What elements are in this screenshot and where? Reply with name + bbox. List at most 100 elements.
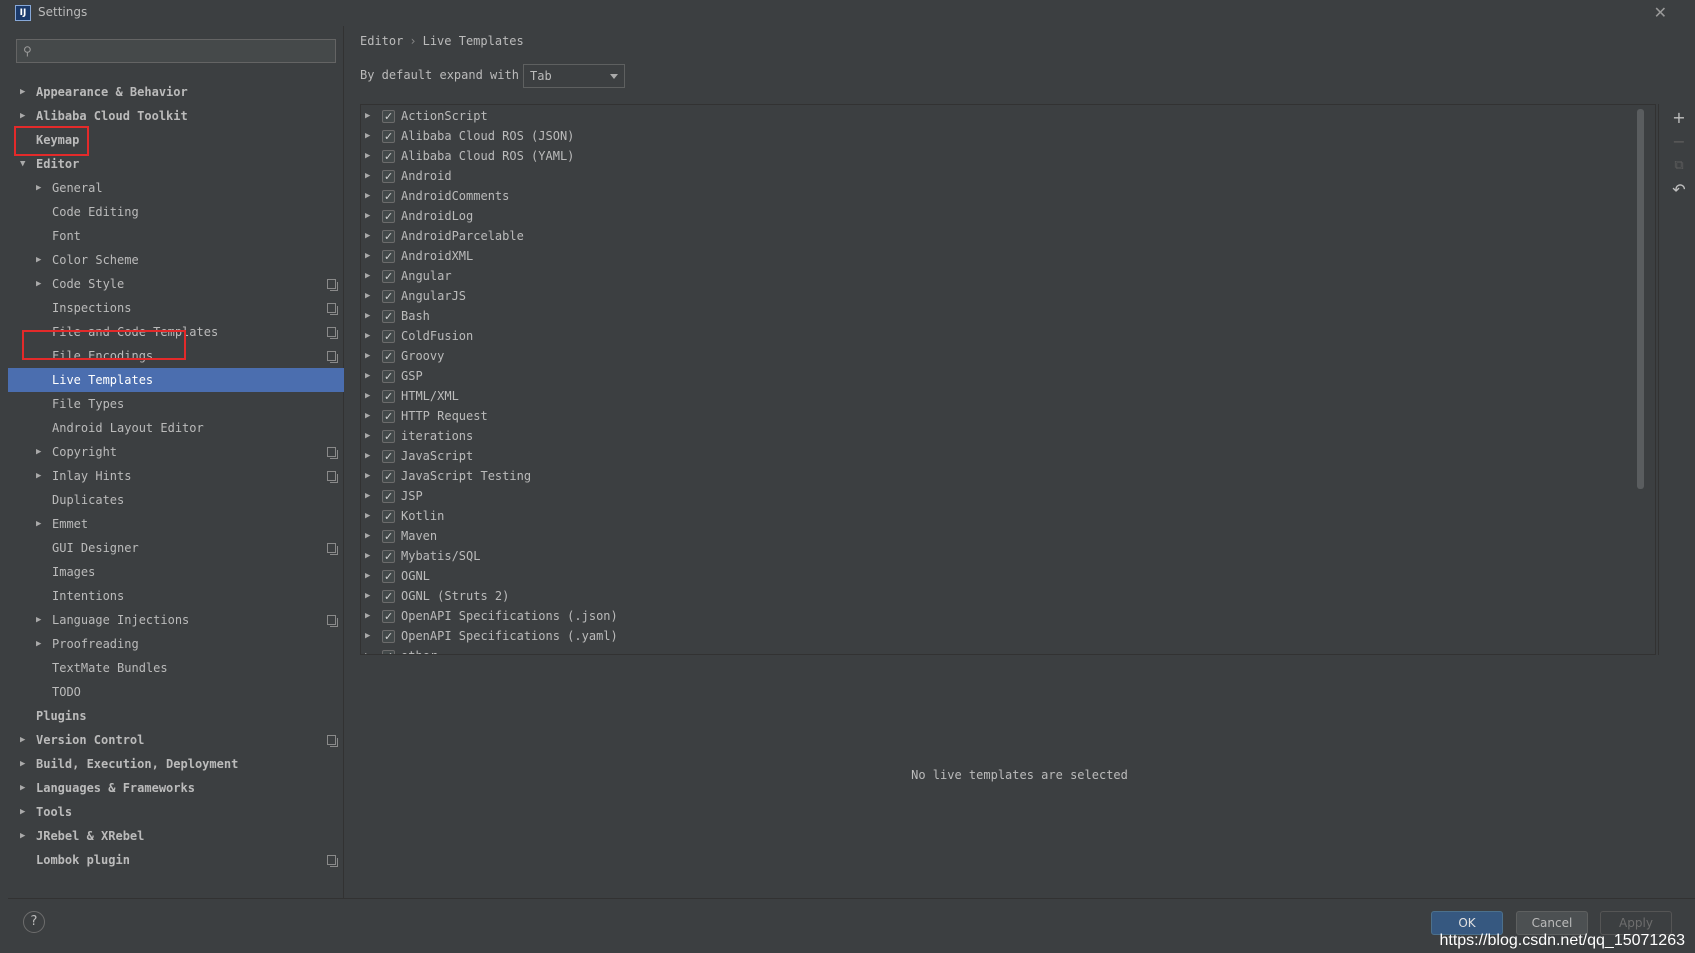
collapsed-arrow-icon[interactable]: ▶ xyxy=(365,306,370,326)
template-group-checkbox[interactable] xyxy=(382,547,395,567)
collapsed-arrow-icon[interactable]: ▶ xyxy=(36,176,41,200)
sidebar-item[interactable]: Code Editing xyxy=(8,200,344,224)
template-group-checkbox[interactable] xyxy=(382,307,395,327)
template-group-row[interactable]: ▶ JavaScript Testing xyxy=(361,466,1651,487)
template-group-checkbox[interactable] xyxy=(382,147,395,167)
template-group-row[interactable]: ▶ AngularJS xyxy=(361,286,1651,307)
template-group-row[interactable]: ▶ OpenAPI Specifications (.yaml) xyxy=(361,626,1651,647)
sidebar-item[interactable]: TextMate Bundles xyxy=(8,656,344,680)
sidebar-item[interactable]: ▶ Version Control xyxy=(8,728,344,752)
collapsed-arrow-icon[interactable]: ▶ xyxy=(365,246,370,266)
sidebar-item[interactable]: GUI Designer xyxy=(8,536,344,560)
template-group-row[interactable]: ▶ GSP xyxy=(361,366,1651,387)
close-icon[interactable]: ✕ xyxy=(1654,3,1667,22)
template-group-checkbox[interactable] xyxy=(382,487,395,507)
collapsed-arrow-icon[interactable]: ▶ xyxy=(365,486,370,506)
sidebar-item[interactable]: Intentions xyxy=(8,584,344,608)
sidebar-item[interactable]: Images xyxy=(8,560,344,584)
template-group-checkbox[interactable] xyxy=(382,267,395,287)
template-group-row[interactable]: ▶ Alibaba Cloud ROS (JSON) xyxy=(361,126,1651,147)
template-group-checkbox[interactable] xyxy=(382,247,395,267)
template-group-checkbox[interactable] xyxy=(382,367,395,387)
template-group-checkbox[interactable] xyxy=(382,587,395,607)
collapsed-arrow-icon[interactable]: ▶ xyxy=(365,186,370,206)
template-group-row[interactable]: ▶ OGNL xyxy=(361,566,1651,587)
collapsed-arrow-icon[interactable]: ▶ xyxy=(365,446,370,466)
collapsed-arrow-icon[interactable]: ▶ xyxy=(365,366,370,386)
template-group-checkbox[interactable] xyxy=(382,427,395,447)
copy-icon[interactable]: ⧉ xyxy=(1671,158,1687,174)
search-input[interactable]: ⚲ xyxy=(16,39,336,63)
sidebar-item[interactable]: Live Templates xyxy=(8,368,344,392)
collapsed-arrow-icon[interactable]: ▶ xyxy=(365,546,370,566)
collapsed-arrow-icon[interactable]: ▶ xyxy=(36,440,41,464)
sidebar-item[interactable]: File Encodings xyxy=(8,344,344,368)
template-group-row[interactable]: ▶ AndroidXML xyxy=(361,246,1651,267)
collapsed-arrow-icon[interactable]: ▶ xyxy=(36,272,41,296)
collapsed-arrow-icon[interactable]: ▶ xyxy=(365,106,370,126)
template-group-checkbox[interactable] xyxy=(382,347,395,367)
template-group-checkbox[interactable] xyxy=(382,207,395,227)
collapsed-arrow-icon[interactable]: ▶ xyxy=(20,104,25,128)
sidebar-item[interactable]: ▶ Inlay Hints xyxy=(8,464,344,488)
collapsed-arrow-icon[interactable]: ▶ xyxy=(20,752,25,776)
collapsed-arrow-icon[interactable]: ▶ xyxy=(36,464,41,488)
collapsed-arrow-icon[interactable]: ▶ xyxy=(365,406,370,426)
collapsed-arrow-icon[interactable]: ▶ xyxy=(365,166,370,186)
sidebar-item[interactable]: ▶ Color Scheme xyxy=(8,248,344,272)
sidebar-item[interactable]: ▶ Copyright xyxy=(8,440,344,464)
collapsed-arrow-icon[interactable]: ▶ xyxy=(20,776,25,800)
template-group-row[interactable]: ▶ Groovy xyxy=(361,346,1651,367)
collapsed-arrow-icon[interactable]: ▶ xyxy=(365,566,370,586)
template-group-row[interactable]: ▶ AndroidLog xyxy=(361,206,1651,227)
template-group-checkbox[interactable] xyxy=(382,627,395,647)
template-group-row[interactable]: ▶ AndroidComments xyxy=(361,186,1651,207)
template-group-row[interactable]: ▶ other xyxy=(361,646,1651,654)
collapsed-arrow-icon[interactable]: ▶ xyxy=(365,586,370,606)
add-icon[interactable]: + xyxy=(1671,110,1687,126)
template-group-row[interactable]: ▶ ActionScript xyxy=(361,106,1651,127)
sidebar-item[interactable]: Font xyxy=(8,224,344,248)
collapsed-arrow-icon[interactable]: ▶ xyxy=(365,226,370,246)
template-group-checkbox[interactable] xyxy=(382,107,395,127)
template-group-row[interactable]: ▶ AndroidParcelable xyxy=(361,226,1651,247)
collapsed-arrow-icon[interactable]: ▶ xyxy=(365,326,370,346)
template-group-row[interactable]: ▶ HTML/XML xyxy=(361,386,1651,407)
sidebar-item[interactable]: ▶ JRebel & XRebel xyxy=(8,824,344,848)
sidebar-item[interactable]: ▶ Code Style xyxy=(8,272,344,296)
template-group-row[interactable]: ▶ ColdFusion xyxy=(361,326,1651,347)
collapsed-arrow-icon[interactable]: ▶ xyxy=(365,206,370,226)
list-scrollbar[interactable] xyxy=(1637,109,1644,489)
help-button[interactable]: ? xyxy=(23,911,45,933)
collapsed-arrow-icon[interactable]: ▶ xyxy=(20,800,25,824)
sidebar-item[interactable]: Inspections xyxy=(8,296,344,320)
template-group-row[interactable]: ▶ iterations xyxy=(361,426,1651,447)
template-group-checkbox[interactable] xyxy=(382,327,395,347)
sidebar-item[interactable]: File Types xyxy=(8,392,344,416)
collapsed-arrow-icon[interactable]: ▶ xyxy=(365,286,370,306)
sidebar-item[interactable]: ▶ Appearance & Behavior xyxy=(8,80,344,104)
template-group-row[interactable]: ▶ JavaScript xyxy=(361,446,1651,467)
expanded-arrow-icon[interactable]: ▼ xyxy=(20,152,25,176)
template-group-checkbox[interactable] xyxy=(382,287,395,307)
collapsed-arrow-icon[interactable]: ▶ xyxy=(365,386,370,406)
collapsed-arrow-icon[interactable]: ▶ xyxy=(365,146,370,166)
template-group-row[interactable]: ▶ OGNL (Struts 2) xyxy=(361,586,1651,607)
collapsed-arrow-icon[interactable]: ▶ xyxy=(36,248,41,272)
template-group-checkbox[interactable] xyxy=(382,227,395,247)
sidebar-item[interactable]: ▶ Languages & Frameworks xyxy=(8,776,344,800)
template-group-row[interactable]: ▶ Angular xyxy=(361,266,1651,287)
sidebar-item[interactable]: File and Code Templates xyxy=(8,320,344,344)
breadcrumb-parent[interactable]: Editor xyxy=(360,34,403,48)
collapsed-arrow-icon[interactable]: ▶ xyxy=(20,80,25,104)
restore-icon[interactable]: ↶ xyxy=(1671,182,1687,198)
template-group-checkbox[interactable] xyxy=(382,407,395,427)
collapsed-arrow-icon[interactable]: ▶ xyxy=(365,626,370,646)
sidebar-item[interactable]: TODO xyxy=(8,680,344,704)
template-group-checkbox[interactable] xyxy=(382,167,395,187)
template-group-checkbox[interactable] xyxy=(382,387,395,407)
template-group-checkbox[interactable] xyxy=(382,647,395,654)
sidebar-item[interactable]: Plugins xyxy=(8,704,344,728)
template-group-row[interactable]: ▶ Alibaba Cloud ROS (YAML) xyxy=(361,146,1651,167)
template-group-row[interactable]: ▶ OpenAPI Specifications (.json) xyxy=(361,606,1651,627)
